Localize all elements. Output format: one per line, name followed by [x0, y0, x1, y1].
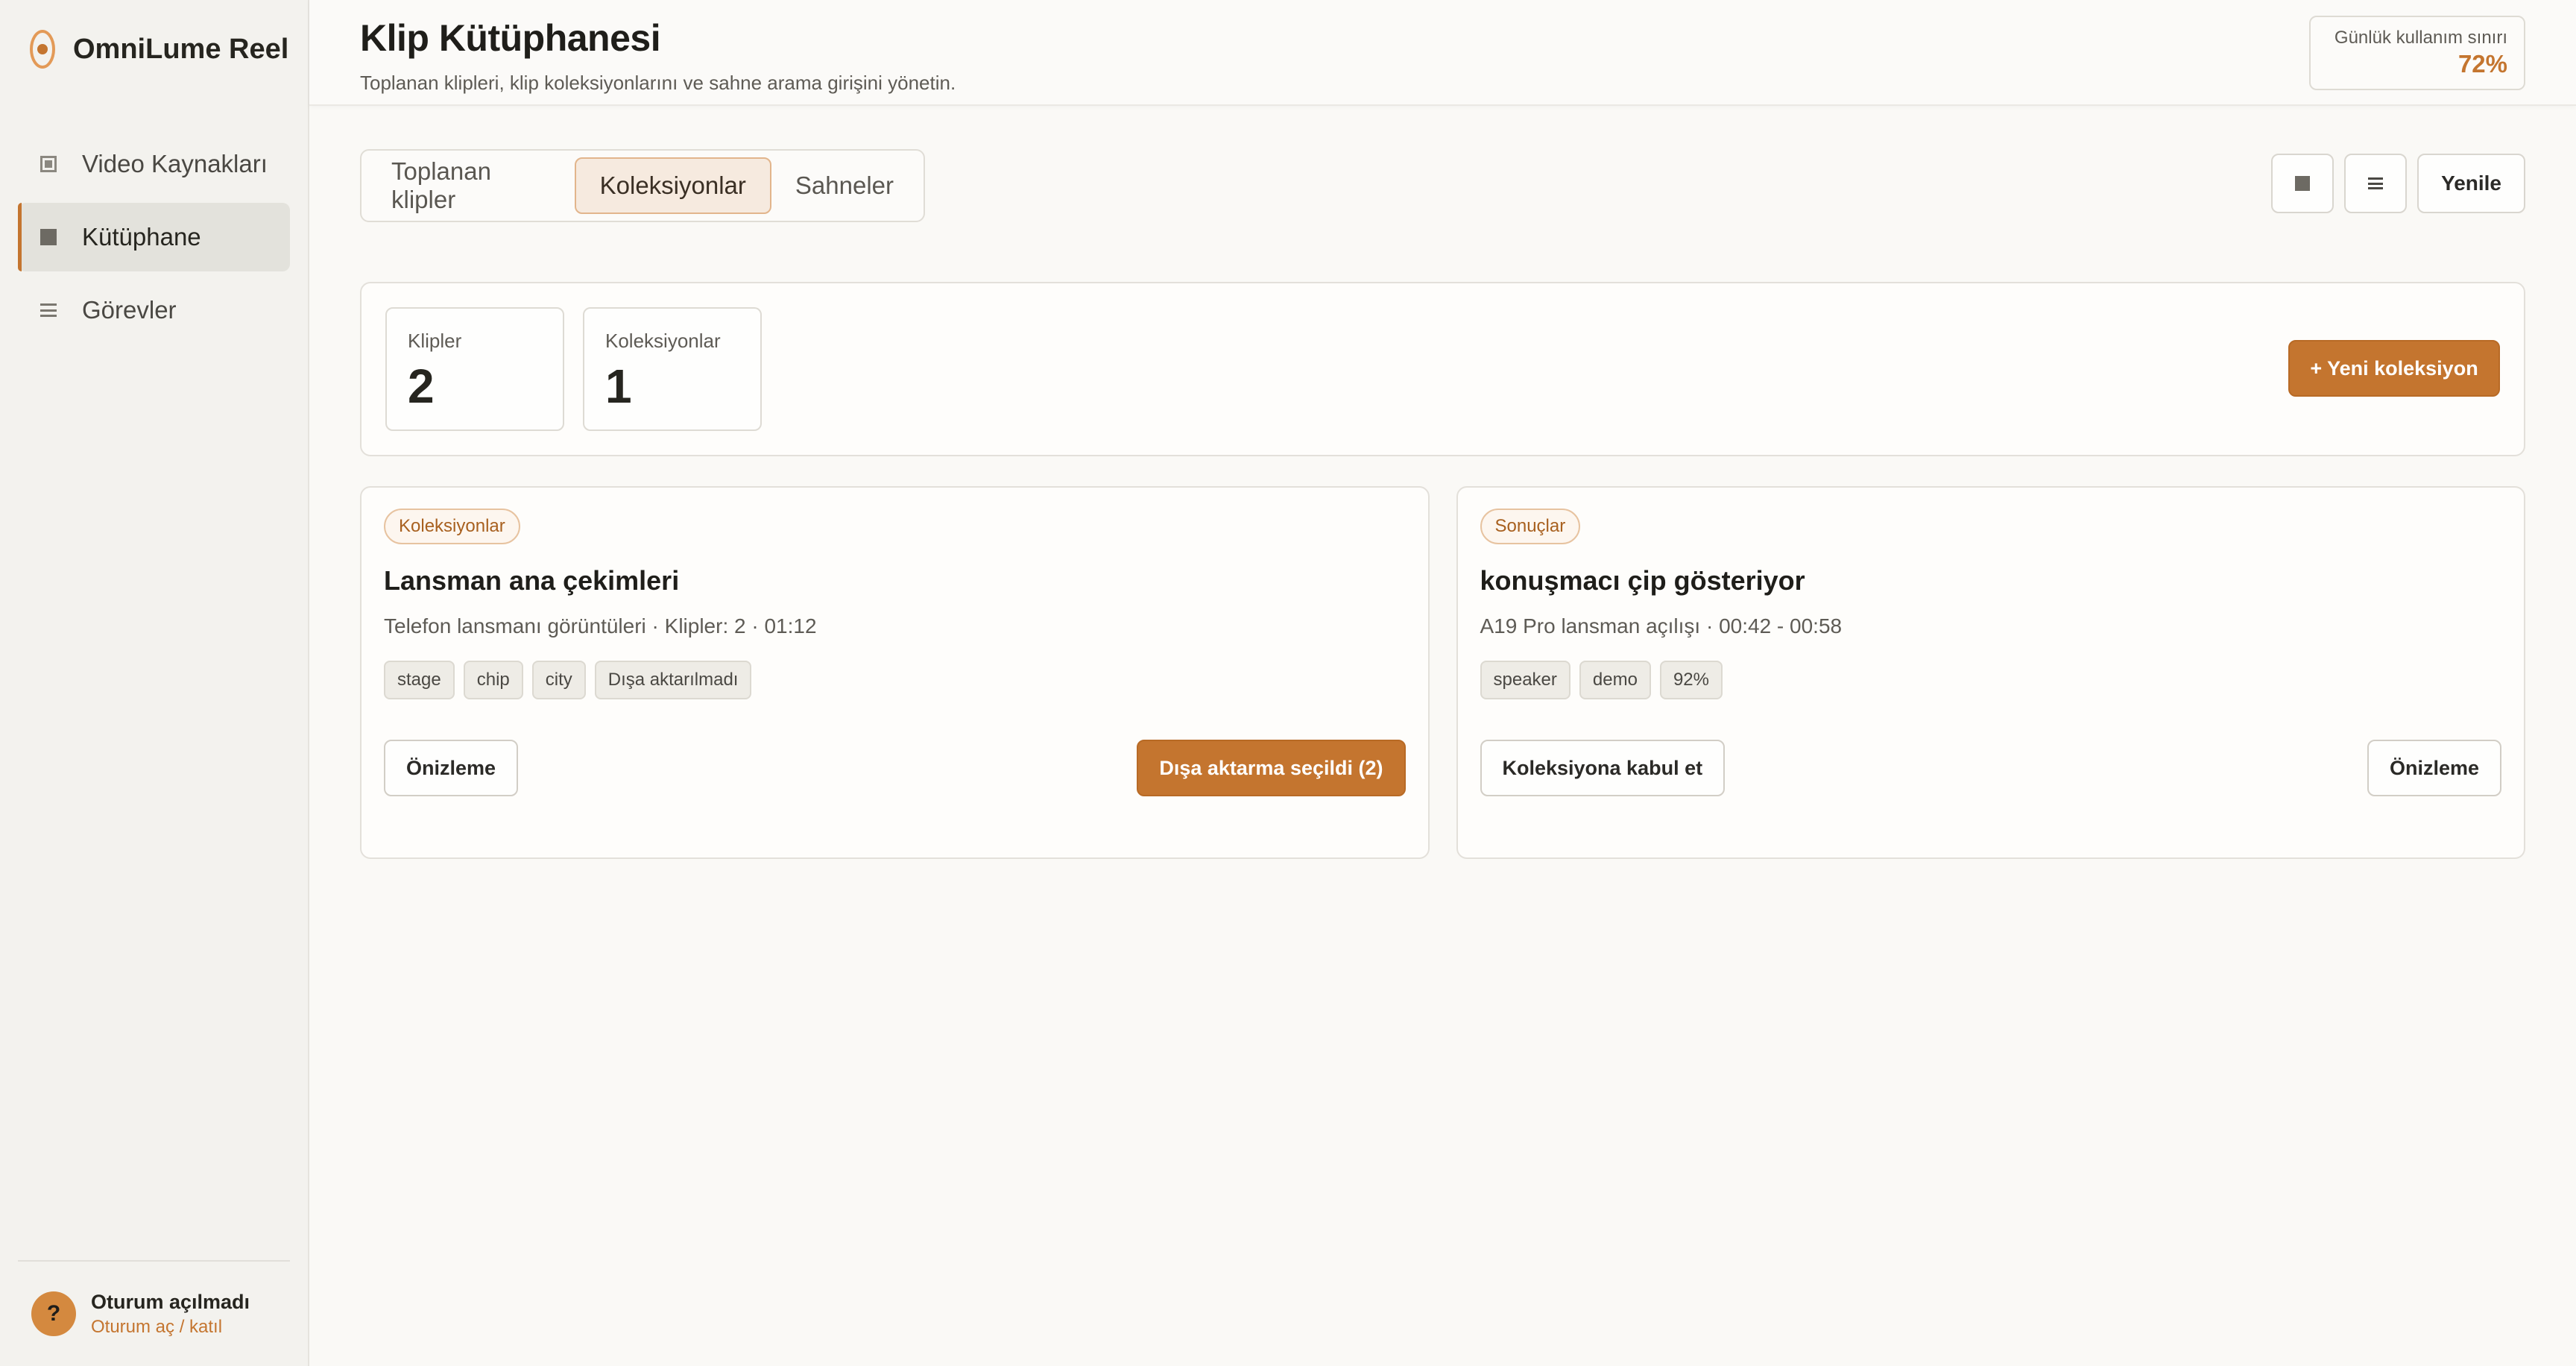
- tab-scenes[interactable]: Sahneler: [771, 157, 918, 214]
- tab-collections[interactable]: Koleksiyonlar: [574, 157, 771, 214]
- new-collection-button[interactable]: + Yeni koleksiyon: [2288, 340, 2500, 397]
- result-card: Sonuçlar konuşmacı çip gösteriyor A19 Pr…: [1456, 486, 2525, 859]
- page-title: Klip Kütüphanesi: [360, 17, 661, 59]
- sidebar: OmniLume Reel Video Kaynakları Kütüphane…: [0, 0, 309, 1366]
- result-title: konuşmacı çip gösteriyor: [1480, 565, 1805, 596]
- brand: OmniLume Reel: [0, 0, 308, 98]
- result-actions: Koleksiyona kabul et Önizleme: [1480, 740, 2501, 796]
- main-area: Klip Kütüphanesi Toplanan klipleri, klip…: [309, 0, 2576, 1366]
- view-tabs: Toplanan klipler Koleksiyonlar Sahneler: [360, 149, 925, 222]
- brand-name: OmniLume Reel: [73, 33, 289, 65]
- tag-chip: demo: [1579, 661, 1651, 699]
- sidebar-item-label: Kütüphane: [82, 223, 201, 251]
- list-view-icon: [2368, 177, 2384, 189]
- stats-panel: Klipler 2 Koleksiyonlar 1 + Yeni koleksi…: [360, 282, 2525, 456]
- stat-clips-value: 2: [408, 359, 435, 413]
- grid-view-icon: [2295, 176, 2311, 191]
- video-source-icon: [40, 156, 57, 172]
- toolbar-actions: Yenile: [2271, 154, 2525, 213]
- sign-in-link[interactable]: Oturum aç / katıl: [91, 1317, 250, 1338]
- page-subtitle: Toplanan klipleri, klip koleksiyonlarını…: [360, 72, 956, 94]
- stat-collections-value: 1: [605, 359, 632, 413]
- library-icon: [40, 229, 57, 245]
- sidebar-item-tasks[interactable]: Görevler: [18, 276, 290, 344]
- tag-chip: city: [531, 661, 586, 699]
- tag-chip: chip: [463, 661, 523, 699]
- collection-preview-button[interactable]: Önizleme: [384, 740, 519, 796]
- session-status: Oturum açılmadı: [91, 1290, 250, 1313]
- sidebar-item-library[interactable]: Kütüphane: [18, 203, 290, 271]
- stat-clips-label: Klipler: [408, 330, 462, 352]
- stat-clips: Klipler 2: [385, 307, 564, 431]
- sidebar-nav: Video Kaynakları Kütüphane Görevler: [0, 98, 308, 344]
- tag-chip: speaker: [1480, 661, 1570, 699]
- avatar: ?: [31, 1291, 76, 1336]
- stat-collections: Koleksiyonlar 1: [583, 307, 762, 431]
- result-badge: Sonuçlar: [1480, 509, 1581, 544]
- collection-tags: stage chip city Dışa aktarılmadı: [384, 661, 1406, 699]
- page-header: Klip Kütüphanesi Toplanan klipleri, klip…: [309, 0, 2576, 106]
- grid-view-button[interactable]: [2271, 154, 2334, 213]
- usage-limit-label: Günlük kullanım sınırı: [2334, 28, 2507, 48]
- cards-row: Koleksiyonlar Lansman ana çekimleri Tele…: [360, 486, 2525, 859]
- refresh-button[interactable]: Yenile: [2417, 154, 2525, 213]
- collection-badge: Koleksiyonlar: [384, 509, 520, 544]
- sidebar-item-label: Video Kaynakları: [82, 150, 268, 177]
- collection-meta: Telefon lansmanı görüntüleri · Klipler: …: [384, 614, 817, 638]
- tab-collected-clips[interactable]: Toplanan klipler: [367, 157, 575, 214]
- result-meta: A19 Pro lansman açılışı · 00:42 - 00:58: [1480, 614, 1843, 638]
- list-view-button[interactable]: [2344, 154, 2408, 213]
- tasks-list-icon: [40, 302, 57, 318]
- sidebar-item-label: Görevler: [82, 296, 177, 324]
- content: Toplanan klipler Koleksiyonlar Sahneler …: [309, 106, 2576, 859]
- brand-logo-icon: [30, 30, 55, 69]
- usage-limit-value: 72%: [2457, 50, 2507, 78]
- session-panel[interactable]: ? Oturum açılmadı Oturum aç / katıl: [18, 1260, 290, 1366]
- stat-collections-label: Koleksiyonlar: [605, 330, 721, 352]
- confidence-chip: 92%: [1659, 661, 1723, 699]
- app-root: OmniLume Reel Video Kaynakları Kütüphane…: [0, 0, 2576, 1366]
- export-selected-button[interactable]: Dışa aktarma seçildi (2): [1137, 740, 1406, 796]
- result-tags: speaker demo 92%: [1480, 661, 2502, 699]
- library-toolbar: Toplanan klipler Koleksiyonlar Sahneler …: [360, 106, 2525, 282]
- collection-card: Koleksiyonlar Lansman ana çekimleri Tele…: [360, 486, 1430, 859]
- usage-limit-badge: Günlük kullanım sınırı 72%: [2309, 16, 2525, 90]
- accept-to-collection-button[interactable]: Koleksiyona kabul et: [1480, 740, 1726, 796]
- tag-chip: stage: [384, 661, 455, 699]
- export-status-chip: Dışa aktarılmadı: [594, 661, 752, 699]
- collection-actions: Önizleme Dışa aktarma seçildi (2): [384, 740, 1406, 796]
- result-preview-button[interactable]: Önizleme: [2367, 740, 2501, 796]
- collection-title: Lansman ana çekimleri: [384, 565, 680, 596]
- sidebar-item-video-sources[interactable]: Video Kaynakları: [18, 130, 290, 198]
